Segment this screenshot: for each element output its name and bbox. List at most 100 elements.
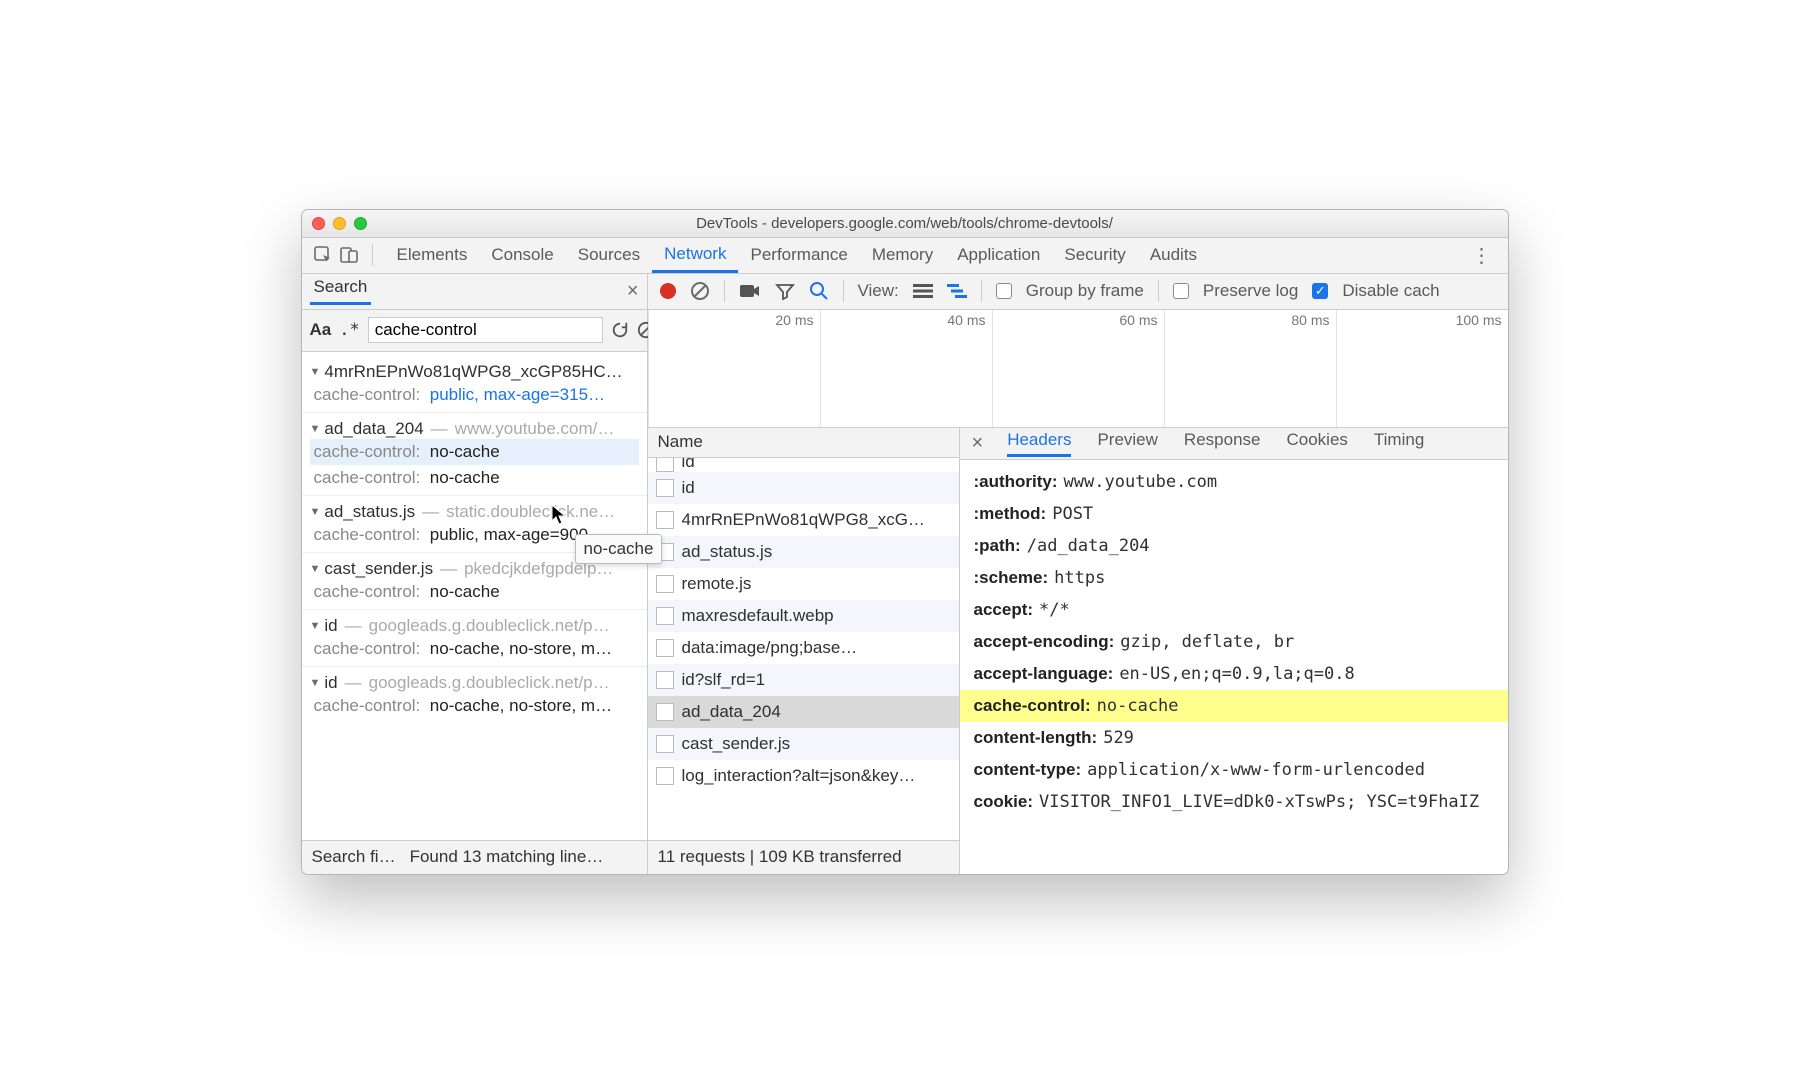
camera-icon[interactable] [739,282,761,300]
search-results[interactable]: ▼ 4mrRnEPnWo81qWPG8_xcGP85HC…cache-contr… [302,352,647,840]
refresh-icon[interactable] [611,321,629,339]
device-toggle-icon[interactable] [338,244,360,266]
header-row[interactable]: content-type:application/x-www-form-urle… [960,754,1508,786]
search-result-file[interactable]: ▼ 4mrRnEPnWo81qWPG8_xcGP85HC… [310,362,639,382]
header-row[interactable]: :authority:www.youtube.com [960,466,1508,498]
request-rows[interactable]: idid4mrRnEPnWo81qWPG8_xcG…ad_status.jsre… [648,458,959,840]
group-by-frame-checkbox[interactable] [996,283,1012,299]
match-case-icon[interactable]: Aa [310,320,332,340]
minimize-button[interactable] [333,217,346,230]
view-waterfall-icon[interactable] [947,283,967,299]
detail-tab-headers[interactable]: Headers [1007,430,1071,457]
file-icon [656,767,674,785]
header-row[interactable]: cookie:VISITOR_INFO1_LIVE=dDk0-xTswPs; Y… [960,786,1508,818]
search-result-line[interactable]: cache-control: no-cache, no-store, m… [310,636,639,662]
timeline-tick: 40 ms [947,312,985,328]
tab-security[interactable]: Security [1052,237,1137,273]
clear-icon[interactable] [690,281,710,301]
timeline-tick: 20 ms [775,312,813,328]
request-row[interactable]: id [648,458,959,472]
filter-icon[interactable] [775,281,795,301]
header-row[interactable]: :scheme:https [960,562,1508,594]
tab-application[interactable]: Application [945,237,1052,273]
search-toolbar: Aa .* [302,310,647,352]
header-row[interactable]: accept-encoding:gzip, deflate, br [960,626,1508,658]
timeline-tick: 60 ms [1119,312,1157,328]
tooltip: no-cache [575,534,663,564]
request-row[interactable]: data:image/png;base… [648,632,959,664]
search-footer: Search fi… Found 13 matching line… [302,840,647,874]
view-list-icon[interactable] [913,283,933,299]
footer-left: Search fi… [312,847,396,867]
name-column-header[interactable]: Name [648,428,959,458]
tab-audits[interactable]: Audits [1138,237,1209,273]
request-list: Name idid4mrRnEPnWo81qWPG8_xcG…ad_status… [648,428,960,874]
detail-tab-response[interactable]: Response [1184,430,1261,457]
request-details: × Headers Preview Response Cookies Timing :a… [960,428,1508,874]
tabs-row: ElementsConsoleSourcesNetworkPerformance… [385,237,1210,273]
header-row[interactable]: :method:POST [960,498,1508,530]
view-label: View: [858,281,899,301]
header-row[interactable]: accept:*/* [960,594,1508,626]
header-row[interactable]: content-length:529 [960,722,1508,754]
header-row[interactable]: :path:/ad_data_204 [960,530,1508,562]
search-result-file[interactable]: ▼ id—googleads.g.doubleclick.net/p… [310,616,639,636]
header-row[interactable]: cache-control:no-cache [960,690,1508,722]
request-row[interactable]: maxresdefault.webp [648,600,959,632]
close-icon[interactable]: × [627,280,639,303]
tab-network[interactable]: Network [652,237,738,273]
search-result-file[interactable]: ▼ ad_status.js—static.doubleclick.ne… [310,502,639,522]
search-result-line[interactable]: cache-control: no-cache [310,465,639,491]
timeline-tick: 80 ms [1291,312,1329,328]
disable-cache-checkbox[interactable]: ✓ [1312,283,1328,299]
divider [372,244,373,266]
request-row[interactable]: id?slf_rd=1 [648,664,959,696]
request-row[interactable]: cast_sender.js [648,728,959,760]
record-icon[interactable] [660,283,676,299]
devtools-window: DevTools - developers.google.com/web/too… [301,209,1509,875]
headers-body[interactable]: :authority:www.youtube.com:method:POST:p… [960,460,1508,874]
search-result-file[interactable]: ▼ ad_data_204—www.youtube.com/… [310,419,639,439]
request-row[interactable]: id [648,472,959,504]
header-row[interactable]: accept-language:en-US,en;q=0.9,la;q=0.8 [960,658,1508,690]
search-result-line[interactable]: cache-control: no-cache [310,579,639,605]
window-title: DevTools - developers.google.com/web/too… [312,215,1498,232]
tab-console[interactable]: Console [479,237,565,273]
detail-tab-timing[interactable]: Timing [1374,430,1424,457]
search-input[interactable] [368,317,603,343]
close-button[interactable] [312,217,325,230]
file-icon [656,703,674,721]
preserve-log-label: Preserve log [1203,281,1298,301]
detail-tab-preview[interactable]: Preview [1097,430,1157,457]
close-detail-icon[interactable]: × [972,432,984,455]
regex-icon[interactable]: .* [339,320,359,340]
request-row[interactable]: log_interaction?alt=json&key… [648,760,959,792]
search-result-line[interactable]: cache-control: no-cache [310,439,639,465]
request-row[interactable]: remote.js [648,568,959,600]
request-row[interactable]: ad_data_204 [648,696,959,728]
detail-tab-cookies[interactable]: Cookies [1286,430,1347,457]
search-result-file[interactable]: ▼ id—googleads.g.doubleclick.net/p… [310,673,639,693]
maximize-button[interactable] [354,217,367,230]
search-result-line[interactable]: cache-control: public, max-age=315… [310,382,639,408]
file-icon [656,479,674,497]
timeline-tick: 100 ms [1456,312,1502,328]
file-icon [656,671,674,689]
inspect-icon[interactable] [312,244,334,266]
kebab-menu-icon[interactable]: ⋮ [1466,243,1498,268]
timeline[interactable]: 20 ms 40 ms 60 ms 80 ms 100 ms [648,310,1508,428]
search-result-line[interactable]: cache-control: no-cache, no-store, m… [310,693,639,719]
request-row[interactable]: ad_status.js [648,536,959,568]
traffic-lights [312,217,367,230]
preserve-log-checkbox[interactable] [1173,283,1189,299]
disable-cache-label: Disable cach [1342,281,1439,301]
search-header: Search × [302,274,647,310]
request-row[interactable]: 4mrRnEPnWo81qWPG8_xcG… [648,504,959,536]
tab-elements[interactable]: Elements [385,237,480,273]
tab-performance[interactable]: Performance [738,237,859,273]
tab-sources[interactable]: Sources [566,237,652,273]
tab-memory[interactable]: Memory [860,237,945,273]
search-icon[interactable] [809,281,829,301]
footer-right: Found 13 matching line… [410,847,604,867]
search-tab-label[interactable]: Search [310,277,372,305]
